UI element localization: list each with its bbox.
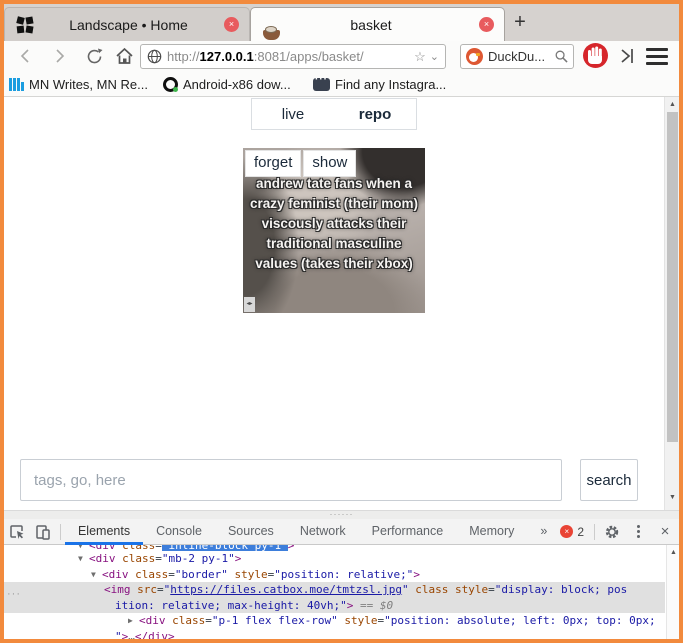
error-count: 2 [577, 525, 584, 539]
bookmark-speech-bubble-icon [313, 78, 330, 91]
caption-line: values (takes their xbox) [243, 254, 425, 274]
forward-icon[interactable] [47, 44, 71, 68]
caption-line: andrew tate fans when a [243, 174, 425, 194]
toolbar-divider [594, 524, 595, 540]
tab-bar: Landscape • Home × basket × + [4, 4, 679, 41]
inspect-element-icon[interactable] [4, 520, 30, 544]
devtools-tab-elements[interactable]: Elements [65, 519, 143, 545]
dom-tree-row[interactable]: ition: relative; max-height: 40vh;"> == … [4, 598, 665, 614]
magnifier-icon[interactable] [550, 50, 573, 63]
caption-line: crazy feminist (their mom) [243, 194, 425, 214]
bookmark-label: Android-x86 dow... [183, 77, 291, 92]
tab-title: Landscape • Home [33, 17, 224, 33]
search-button[interactable]: search [580, 459, 638, 501]
bookmark-label: Find any Instagra... [335, 77, 446, 92]
dom-tree-row[interactable]: ▼<div class="inline-block py-1"> [4, 545, 665, 551]
tab-title: basket [263, 17, 479, 33]
error-icon: × [560, 525, 573, 538]
bookmark-mn-writes[interactable]: MN Writes, MN Re... [9, 74, 148, 94]
devtools-scrollbar[interactable]: ▲ [666, 545, 679, 639]
devtools-tab-network[interactable]: Network [287, 519, 359, 545]
site-identity-globe-icon[interactable] [141, 45, 167, 69]
urlbar-dropdown-icon[interactable]: ⌄ [428, 50, 445, 63]
back-icon[interactable] [14, 44, 38, 68]
more-options-kebab-icon[interactable] [625, 525, 651, 538]
bookmark-label: MN Writes, MN Re... [29, 77, 148, 92]
bookmark-bars-icon [9, 77, 24, 91]
browser-window: Landscape • Home × basket × + [0, 0, 683, 643]
devtools-toolbar: ElementsConsoleSourcesNetworkPerformance… [4, 519, 679, 545]
tree-expand-icon: ▼ [91, 567, 102, 583]
url-bar[interactable]: http://127.0.0.1:8081/apps/basket/ ☆ ⌄ [140, 44, 446, 69]
duckduckgo-icon[interactable] [466, 48, 483, 65]
error-badge[interactable]: × 2 [560, 525, 584, 539]
dom-tree-row[interactable]: ▶<div class="p-1 flex flex-row" style="p… [4, 613, 665, 629]
image-resize-handle[interactable]: ◂▸ [244, 297, 255, 312]
page-content: liverepo andrew tate fans when acrazy fe… [4, 97, 679, 510]
devtools-close-icon[interactable]: × [651, 523, 679, 540]
devtools-tab-memory[interactable]: Memory [456, 519, 527, 545]
scroll-down-icon[interactable]: ▼ [665, 494, 679, 501]
devtools-tab-more[interactable]: » [527, 519, 560, 545]
search-engine-box[interactable]: DuckDu... [460, 44, 574, 69]
caption-line: viscously attacks their [243, 214, 425, 234]
tree-expand-icon: ▼ [78, 551, 89, 567]
forget-button[interactable]: forget [245, 150, 301, 177]
url-text[interactable]: http://127.0.0.1:8081/apps/basket/ [167, 49, 412, 64]
devtools-tab-console[interactable]: Console [143, 519, 215, 545]
bookmark-android-x86[interactable]: Android-x86 dow... [163, 74, 291, 94]
clipped-row: ▼<div class="inline-block py-1"> [4, 545, 679, 551]
bookmark-find-instagram[interactable]: Find any Instagra... [313, 74, 446, 94]
navigation-toolbar: http://127.0.0.1:8081/apps/basket/ ☆ ⌄ D… [4, 41, 679, 72]
tab-close-icon[interactable]: × [479, 17, 494, 32]
image-overlay-buttons: forget show [245, 150, 356, 177]
landscape-app-icon [17, 17, 33, 33]
toolbar-divider [60, 524, 61, 540]
devtools-elements-panel: ▼<div class="inline-block py-1">▼<div cl… [4, 545, 679, 639]
menu-hamburger-icon[interactable] [646, 48, 668, 65]
search-engine-label[interactable]: DuckDu... [488, 49, 550, 64]
dom-tree-row[interactable]: ▼<div class="mb-2 py-1"> [4, 551, 665, 567]
device-toolbar-icon[interactable] [30, 520, 56, 544]
caption-line: traditional masculine [243, 234, 425, 254]
view-tab-repo[interactable]: repo [334, 99, 416, 129]
selected-node-gutter-dots: ··· [7, 588, 21, 600]
tab-close-icon[interactable]: × [224, 17, 239, 32]
meme-image: andrew tate fans when acrazy feminist (t… [243, 148, 425, 313]
tree-expand-icon: ▶ [128, 613, 139, 629]
devtools-tabs: ElementsConsoleSourcesNetworkPerformance… [65, 519, 560, 545]
dom-tree-row[interactable]: ">…</div> [4, 629, 665, 640]
bookmark-star-icon[interactable]: ☆ [412, 49, 428, 65]
tag-search-input[interactable] [20, 459, 562, 501]
settings-gear-icon[interactable] [599, 520, 625, 544]
sidebar-toggle-icon[interactable] [615, 44, 639, 68]
view-mode-tabs: liverepo [251, 98, 417, 130]
dom-tree-row[interactable]: <img src="https://files.catbox.moe/tmtzs… [4, 582, 665, 598]
bookmark-ring-icon [163, 77, 178, 92]
adblock-stop-hand-icon[interactable] [583, 43, 608, 68]
scroll-up-icon: ▲ [667, 549, 679, 556]
bookmarks-bar: MN Writes, MN Re... Android-x86 dow... F… [4, 72, 679, 97]
devtools-tab-sources[interactable]: Sources [215, 519, 287, 545]
scrollbar-thumb[interactable] [667, 112, 678, 442]
tab-landscape-home[interactable]: Landscape • Home × [4, 7, 250, 41]
tree-expand-icon: ▼ [78, 545, 89, 551]
page-scrollbar[interactable]: ▲ ▼ [664, 97, 679, 510]
tab-basket[interactable]: basket × [250, 7, 505, 41]
view-tab-live[interactable]: live [252, 99, 334, 129]
new-tab-button[interactable]: + [509, 10, 531, 34]
scroll-up-icon[interactable]: ▲ [665, 101, 679, 108]
devtools-tab-performance[interactable]: Performance [359, 519, 457, 545]
dom-tree-row[interactable]: ▼<div class="border" style="position: re… [4, 567, 665, 583]
show-button[interactable]: show [303, 150, 356, 177]
meme-caption: andrew tate fans when acrazy feminist (t… [243, 174, 425, 274]
home-icon[interactable] [112, 44, 136, 68]
reload-icon[interactable] [82, 44, 106, 68]
